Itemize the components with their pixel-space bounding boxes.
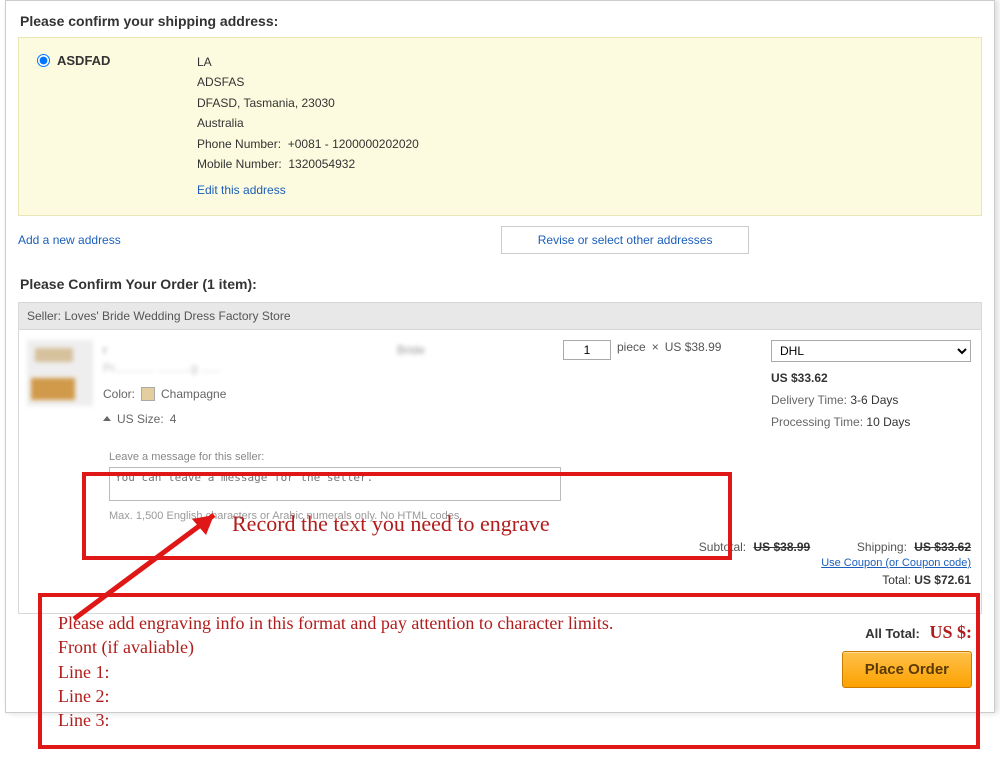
revise-address-button[interactable]: Revise or select other addresses — [501, 226, 750, 254]
order-box: Seller: Loves' Bride Wedding Dress Facto… — [18, 302, 982, 614]
times-symbol: × — [652, 340, 659, 354]
product-thumbnail — [27, 340, 93, 406]
quantity-input[interactable] — [563, 340, 611, 360]
seller-name: Loves' Bride Wedding Dress Factory Store — [64, 309, 290, 323]
color-value: Champagne — [161, 384, 226, 404]
subtotal-value: US $38.99 — [753, 540, 810, 554]
shipping-column: DHL US $33.62 Delivery Time: 3-6 Days Pr… — [763, 340, 973, 433]
processing-value: 10 Days — [866, 415, 910, 429]
mobile-value: 1320054932 — [288, 157, 355, 171]
message-label: Leave a message for this seller: — [109, 451, 971, 463]
all-total-value: US $: — [929, 622, 972, 642]
message-section: Leave a message for this seller: Max. 1,… — [109, 451, 971, 522]
address-details: LA ADSFAS DFASD, Tasmania, 23030 Austral… — [197, 52, 419, 201]
caret-up-icon — [103, 416, 111, 421]
total-label: Total: — [882, 573, 911, 587]
shipping-method-select[interactable]: DHL — [771, 340, 971, 362]
shipping-cost-label: Shipping: — [857, 540, 907, 554]
add-address-link[interactable]: Add a new address — [18, 233, 121, 247]
address-country: Australia — [197, 113, 419, 133]
address-line1: LA — [197, 52, 419, 72]
piece-label: piece — [617, 340, 646, 354]
delivery-value: 3-6 Days — [850, 393, 898, 407]
size-label: US Size: — [117, 409, 164, 429]
address-line2: ADSFAS — [197, 72, 419, 92]
item-info: r Bride Pr............ ..........g .....… — [103, 340, 563, 433]
message-hint: Max. 1,500 English characters or Arabic … — [109, 510, 971, 522]
delivery-label: Delivery Time: — [771, 393, 847, 407]
mobile-label: Mobile Number: — [197, 154, 282, 174]
place-order-button[interactable]: Place Order — [842, 651, 972, 688]
color-label: Color: — [103, 384, 135, 404]
subtotal-label: Subtotal: — [699, 540, 746, 554]
all-total-row: All Total: US $: — [18, 614, 982, 651]
seller-label: Seller: — [27, 309, 61, 323]
phone-label: Phone Number: — [197, 134, 281, 154]
total-row: Total: US $72.61 — [19, 573, 981, 613]
subtotal-row: Subtotal: US $38.99 Shipping: US $33.62 — [19, 534, 981, 557]
phone-value: +0081 - 1200000202020 — [288, 137, 419, 151]
all-total-label: All Total: — [865, 626, 920, 641]
total-value: US $72.61 — [914, 573, 971, 587]
address-box: ASDFAD LA ADSFAS DFASD, Tasmania, 23030 … — [18, 37, 982, 216]
address-name: ASDFAD — [57, 52, 197, 68]
shipping-cost-value: US $33.62 — [914, 540, 971, 554]
edit-address-link[interactable]: Edit this address — [197, 180, 286, 200]
shipping-price: US $33.62 — [771, 368, 973, 390]
color-swatch — [141, 387, 155, 401]
seller-bar: Seller: Loves' Bride Wedding Dress Facto… — [19, 303, 981, 330]
shipping-title: Please confirm your shipping address: — [20, 13, 982, 29]
unit-price: US $38.99 — [665, 340, 722, 354]
message-textarea[interactable] — [109, 467, 561, 501]
item-title-tail: Bride — [397, 340, 425, 354]
use-coupon-link[interactable]: Use Coupon (or Coupon code) — [821, 557, 971, 569]
address-radio[interactable] — [37, 54, 50, 67]
address-line3: DFASD, Tasmania, 23030 — [197, 93, 419, 113]
confirm-order-title: Please Confirm Your Order (1 item): — [20, 276, 982, 292]
processing-label: Processing Time: — [771, 415, 863, 429]
size-value: 4 — [170, 409, 177, 429]
quantity-column: piece × US $38.99 — [563, 340, 763, 433]
